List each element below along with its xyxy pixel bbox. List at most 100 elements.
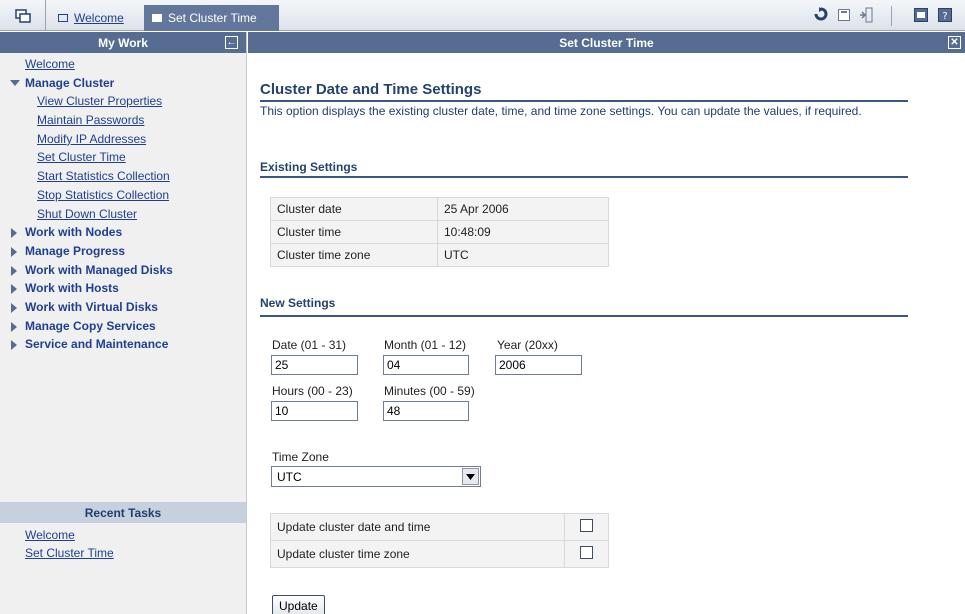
logout-icon[interactable] bbox=[857, 6, 875, 24]
collapsed-arrow-icon bbox=[11, 228, 17, 239]
time-zone-label: Time Zone bbox=[272, 450, 329, 464]
update-options-table: Update cluster date and time Update clus… bbox=[270, 513, 609, 568]
update-button[interactable]: Update bbox=[272, 595, 325, 614]
nav-group-label: Work with Nodes bbox=[25, 225, 123, 240]
date-label: Date (01 - 31) bbox=[272, 338, 347, 352]
window-icon bbox=[152, 14, 162, 22]
nav-welcome[interactable]: Welcome bbox=[0, 55, 246, 74]
task-bar-toggle-button[interactable] bbox=[0, 0, 46, 31]
recent-task-welcome[interactable]: Welcome bbox=[0, 526, 114, 544]
recent-tasks-title: Recent Tasks bbox=[84, 505, 162, 520]
expanded-arrow-icon bbox=[10, 79, 20, 86]
collapse-pane-icon[interactable]: ← bbox=[225, 36, 238, 49]
my-work-header: My Work ← bbox=[0, 32, 246, 53]
collapsed-arrow-icon bbox=[11, 340, 17, 351]
nav-start-statistics-collection[interactable]: Start Statistics Collection bbox=[0, 167, 246, 186]
recent-tasks-list: Welcome Set Cluster Time bbox=[0, 526, 114, 562]
recent-tasks-header: Recent Tasks bbox=[0, 502, 246, 523]
nav-modify-ip-addresses[interactable]: Modify IP Addresses bbox=[0, 130, 246, 149]
task-pane-header: Set Cluster Time ✕ bbox=[248, 32, 965, 53]
option-cell bbox=[564, 540, 609, 568]
month-label: Month (01 - 12) bbox=[384, 338, 467, 352]
minutes-input[interactable] bbox=[383, 401, 469, 421]
divider bbox=[260, 100, 908, 102]
nav-maintain-passwords[interactable]: Maintain Passwords bbox=[0, 111, 246, 130]
nav-group-label: Work with Virtual Disks bbox=[25, 299, 158, 314]
nav-work-with-nodes[interactable]: Work with Nodes bbox=[0, 223, 246, 242]
nav-manage-progress[interactable]: Manage Progress bbox=[0, 242, 246, 261]
table-label: Cluster time zone bbox=[270, 243, 438, 267]
collapsed-arrow-icon bbox=[11, 265, 17, 276]
divider bbox=[260, 315, 908, 317]
table-label: Cluster time bbox=[270, 220, 438, 244]
window-icon bbox=[58, 14, 68, 22]
table-row: Cluster date 25 Apr 2006 bbox=[270, 197, 609, 221]
table-row: Update cluster date and time bbox=[270, 513, 609, 541]
nav-group-label: Service and Maintenance bbox=[25, 337, 169, 352]
table-row: Cluster time 10:48:09 bbox=[270, 220, 609, 244]
nav-stop-statistics-collection[interactable]: Stop Statistics Collection bbox=[0, 186, 246, 205]
update-date-time-checkbox[interactable] bbox=[580, 519, 593, 532]
nav-manage-copy-services[interactable]: Manage Copy Services bbox=[0, 317, 246, 336]
tab-welcome-label: Welcome bbox=[74, 11, 124, 25]
frame-icon[interactable] bbox=[912, 6, 930, 24]
nav-set-cluster-time[interactable]: Set Cluster Time bbox=[0, 148, 246, 167]
nav-work-with-managed-disks[interactable]: Work with Managed Disks bbox=[0, 261, 246, 280]
my-work-pane: My Work ← Welcome Manage Cluster View Cl… bbox=[0, 32, 247, 614]
update-time-zone-checkbox[interactable] bbox=[580, 546, 593, 559]
month-input[interactable] bbox=[383, 355, 469, 375]
existing-settings-table: Cluster date 25 Apr 2006 Cluster time 10… bbox=[270, 197, 609, 267]
option-label: Update cluster time zone bbox=[270, 540, 565, 568]
chevron-down-icon[interactable] bbox=[462, 468, 479, 485]
task-pane-title: Set Cluster Time bbox=[559, 35, 654, 50]
close-icon[interactable]: ✕ bbox=[948, 36, 961, 49]
table-value: 25 Apr 2006 bbox=[437, 197, 609, 221]
nav-work-with-hosts[interactable]: Work with Hosts bbox=[0, 279, 246, 298]
nav-group-label: Work with Managed Disks bbox=[25, 262, 173, 277]
toolbar-separator bbox=[891, 6, 892, 26]
nav-manage-cluster-label: Manage Cluster bbox=[25, 75, 115, 90]
tab-set-cluster-time-label: Set Cluster Time bbox=[168, 11, 257, 25]
collapsed-arrow-icon bbox=[11, 302, 17, 313]
collapsed-arrow-icon bbox=[11, 246, 17, 257]
tab-set-cluster-time[interactable]: Set Cluster Time bbox=[144, 5, 279, 31]
table-label: Cluster date bbox=[270, 197, 438, 221]
nav-shut-down-cluster[interactable]: Shut Down Cluster bbox=[0, 205, 246, 224]
svg-text:?: ? bbox=[942, 11, 947, 22]
nav-manage-cluster[interactable]: Manage Cluster bbox=[0, 74, 246, 93]
divider bbox=[260, 176, 908, 178]
hours-label: Hours (00 - 23) bbox=[272, 384, 353, 398]
year-input[interactable] bbox=[495, 355, 582, 375]
window-icon[interactable] bbox=[835, 6, 853, 24]
nav-group-label: Manage Copy Services bbox=[25, 318, 156, 333]
top-tab-bar: Welcome Set Cluster Time ? bbox=[0, 0, 965, 31]
time-zone-selected-value: UTC bbox=[277, 470, 302, 484]
new-settings-heading: New Settings bbox=[260, 296, 336, 310]
navigation-tree: Welcome Manage Cluster View Cluster Prop… bbox=[0, 53, 246, 354]
nav-group-label: Work with Hosts bbox=[25, 281, 119, 296]
option-cell bbox=[564, 513, 609, 541]
table-value: 10:48:09 bbox=[437, 220, 609, 244]
table-row: Update cluster time zone bbox=[270, 540, 609, 568]
existing-settings-heading: Existing Settings bbox=[260, 160, 358, 174]
page-description: This option displays the existing cluste… bbox=[260, 104, 862, 118]
year-label: Year (20xx) bbox=[497, 338, 558, 352]
nav-group-label: Manage Progress bbox=[25, 243, 126, 258]
nav-service-and-maintenance[interactable]: Service and Maintenance bbox=[0, 335, 246, 354]
recent-task-set-cluster-time[interactable]: Set Cluster Time bbox=[0, 544, 114, 562]
nav-view-cluster-properties[interactable]: View Cluster Properties bbox=[0, 92, 246, 111]
table-value: UTC bbox=[437, 243, 609, 267]
tab-welcome[interactable]: Welcome bbox=[50, 5, 143, 31]
time-zone-select[interactable]: UTC bbox=[271, 466, 481, 487]
nav-work-with-virtual-disks[interactable]: Work with Virtual Disks bbox=[0, 298, 246, 317]
date-input[interactable] bbox=[271, 355, 358, 375]
page-title: Cluster Date and Time Settings bbox=[260, 81, 482, 98]
refresh-icon[interactable] bbox=[812, 6, 830, 24]
windows-icon bbox=[14, 8, 31, 23]
my-work-title: My Work bbox=[98, 35, 148, 50]
help-icon[interactable]: ? bbox=[936, 6, 954, 24]
hours-input[interactable] bbox=[271, 401, 358, 421]
task-pane: Set Cluster Time ✕ Cluster Date and Time… bbox=[248, 32, 965, 614]
table-row: Cluster time zone UTC bbox=[270, 243, 609, 267]
minutes-label: Minutes (00 - 59) bbox=[384, 384, 475, 398]
